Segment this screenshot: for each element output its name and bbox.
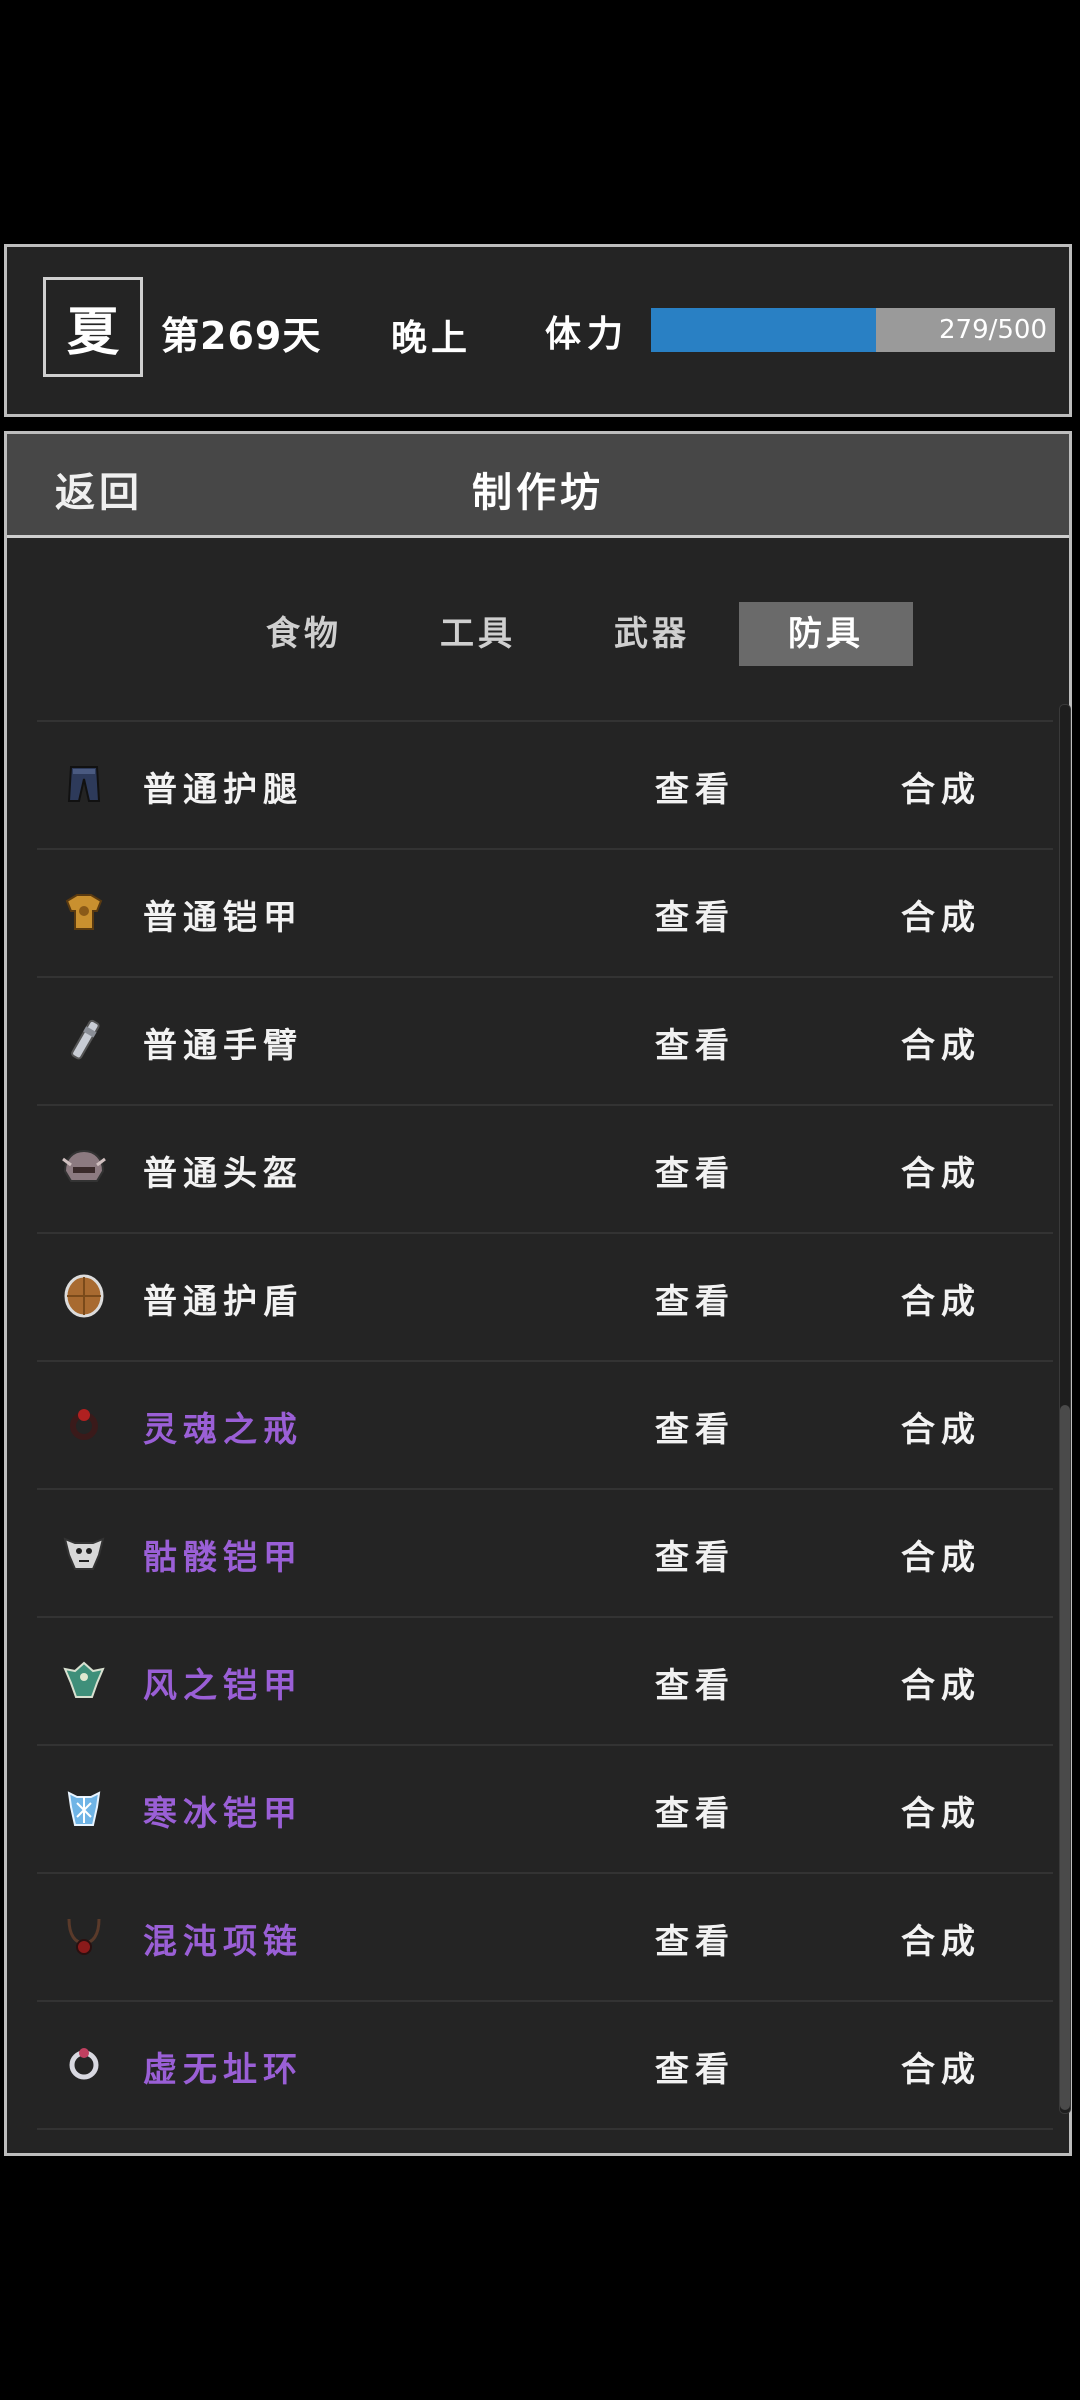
item-name: 风之铠甲 [143,1666,303,1706]
item-list[interactable]: 普通护腿 查看 合成 普通铠甲 查看 合成 普通手臂 查看 合成 普通头盔 查看 合成 普通护盾 查看 合成… [37,720,1053,2130]
list-item: 普通头盔 查看 合成 [37,1106,1053,1234]
stamina-bar-fill [651,308,877,352]
item-name: 寒冰铠甲 [143,1794,303,1834]
stamina-bar: 279/500 [651,308,1055,352]
item-name: 普通护腿 [143,770,303,810]
wind-armor-icon [61,1657,107,1703]
page-title: 制作坊 [472,470,604,516]
tab-weapons[interactable]: 武器 [565,602,739,666]
craft-button[interactable]: 合成 [901,1274,981,1323]
list-item: 灵魂之戒 查看 合成 [37,1362,1053,1490]
category-tabs: 食物 工具 武器 防具 [217,602,913,666]
item-name: 普通护盾 [143,1282,303,1322]
workshop-header: 返回 制作坊 [7,434,1069,538]
scrollbar[interactable] [1059,704,1071,2114]
view-button[interactable]: 查看 [655,890,735,939]
craft-button[interactable]: 合成 [901,1018,981,1067]
workshop-panel: 返回 制作坊 食物 工具 武器 防具 普通护腿 查看 合成 普通铠甲 查看 合成 普通手臂查… [4,431,1072,2156]
view-button[interactable]: 查看 [655,1786,735,1835]
status-panel: 夏 第269天 晚上 体力 279/500 [4,244,1072,417]
view-button[interactable]: 查看 [655,1658,735,1707]
view-button[interactable]: 查看 [655,1914,735,1963]
scrollbar-thumb[interactable] [1060,1405,1070,2110]
helmet-icon [61,1145,107,1191]
season-badge: 夏 [43,277,143,377]
item-name: 骷髅铠甲 [143,1538,303,1578]
tab-armor[interactable]: 防具 [739,602,913,666]
item-name: 灵魂之戒 [143,1410,303,1450]
time-of-day: 晚上 [391,318,472,359]
ring-icon [61,1401,107,1447]
craft-button[interactable]: 合成 [901,762,981,811]
list-item: 普通手臂 查看 合成 [37,978,1053,1106]
view-button[interactable]: 查看 [655,1146,735,1195]
craft-button[interactable]: 合成 [901,890,981,939]
list-item: 普通铠甲 查看 合成 [37,850,1053,978]
day-counter: 第269天 [161,314,322,358]
item-name: 虚无址环 [143,2050,303,2090]
tab-tools[interactable]: 工具 [391,602,565,666]
craft-button[interactable]: 合成 [901,1146,981,1195]
craft-button[interactable]: 合成 [901,1530,981,1579]
item-name: 普通手臂 [143,1026,303,1066]
craft-button[interactable]: 合成 [901,1402,981,1451]
stamina-value: 279/500 [938,315,1047,345]
ice-armor-icon [61,1785,107,1831]
view-button[interactable]: 查看 [655,1018,735,1067]
stamina-label: 体力 [545,314,630,355]
list-item: 普通护盾 查看 合成 [37,1234,1053,1362]
view-button[interactable]: 查看 [655,1402,735,1451]
arm-guard-icon [61,1017,107,1063]
item-name: 普通头盔 [143,1154,303,1194]
void-ring-icon [61,2041,107,2087]
skull-armor-icon [61,1529,107,1575]
leggings-icon [61,761,107,807]
craft-button[interactable]: 合成 [901,1914,981,1963]
list-item: 普通护腿 查看 合成 [37,722,1053,850]
item-name: 混沌项链 [143,1922,303,1962]
list-item: 风之铠甲 查看 合成 [37,1618,1053,1746]
list-item: 虚无址环 查看 合成 [37,2002,1053,2130]
view-button[interactable]: 查看 [655,2042,735,2091]
armor-icon [61,889,107,935]
shield-icon [61,1273,107,1319]
list-item: 混沌项链 查看 合成 [37,1874,1053,2002]
view-button[interactable]: 查看 [655,1274,735,1323]
craft-button[interactable]: 合成 [901,1658,981,1707]
craft-button[interactable]: 合成 [901,1786,981,1835]
craft-button[interactable]: 合成 [901,2042,981,2091]
necklace-icon [61,1913,107,1959]
tab-food[interactable]: 食物 [217,602,391,666]
view-button[interactable]: 查看 [655,1530,735,1579]
list-item: 寒冰铠甲 查看 合成 [37,1746,1053,1874]
list-item: 骷髅铠甲 查看 合成 [37,1490,1053,1618]
item-name: 普通铠甲 [143,898,303,938]
view-button[interactable]: 查看 [655,762,735,811]
